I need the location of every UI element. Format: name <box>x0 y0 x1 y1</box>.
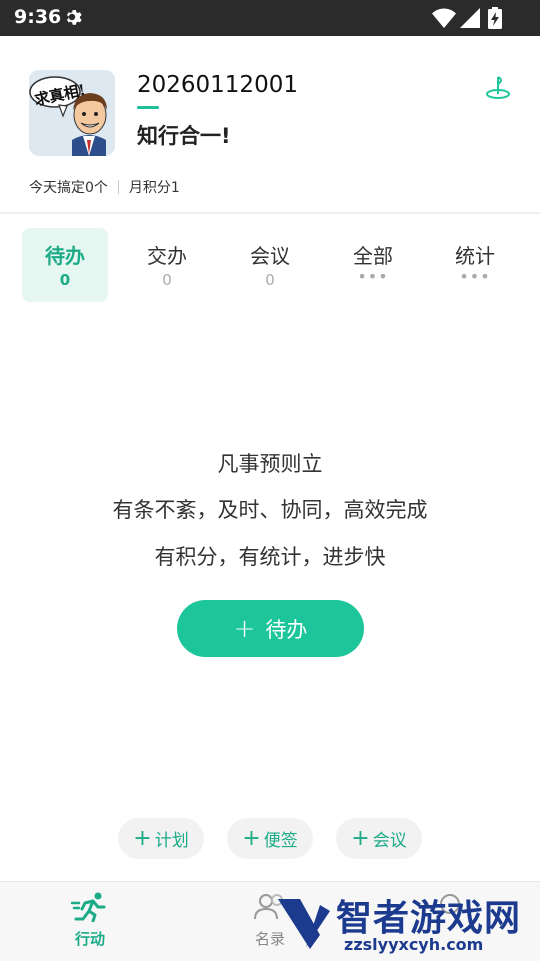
task-tabs: 待办 0 交办 0 会议 0 全部 ••• 统计 ••• <box>0 214 540 306</box>
running-person-icon <box>70 892 106 923</box>
settings-gear-icon <box>66 9 82 25</box>
nav-directory[interactable]: 名录 <box>220 892 320 949</box>
cellular-signal-icon <box>460 8 480 28</box>
add-note-button[interactable]: + 便签 <box>227 818 313 859</box>
plus-icon: + <box>133 826 152 851</box>
add-todo-label: 待办 <box>265 617 308 642</box>
tab-label: 全部 <box>353 244 393 268</box>
plus-icon: + <box>233 613 256 644</box>
stats-divider <box>117 180 119 194</box>
nav-profile[interactable] <box>400 892 500 928</box>
add-todo-button[interactable]: + 待办 <box>177 600 364 657</box>
plus-icon: + <box>242 826 261 851</box>
stat-done-today: 今天搞定0个 <box>29 180 108 196</box>
plus-icon: + <box>351 826 370 851</box>
add-plan-button[interactable]: + 计划 <box>118 818 204 859</box>
add-meeting-button[interactable]: + 会议 <box>336 818 422 859</box>
tab-assigned[interactable]: 交办 0 <box>124 228 210 302</box>
status-time: 9:36 <box>14 6 62 28</box>
battery-icon <box>488 7 502 29</box>
id-underline <box>137 106 159 109</box>
tab-label: 待办 <box>45 244 85 268</box>
bottom-navigation: 行动 名录 <box>0 881 540 961</box>
tab-all[interactable]: 全部 ••• <box>330 228 416 302</box>
empty-state-line-3: 有积分，有统计，进步快 <box>154 545 386 569</box>
nav-action-label: 行动 <box>74 930 105 948</box>
add-plan-label: 计划 <box>154 831 189 851</box>
stat-monthly-points: 月积分1 <box>128 180 180 196</box>
nav-directory-label: 名录 <box>254 930 285 948</box>
tab-more-dots: ••• <box>459 267 491 286</box>
nav-action[interactable]: 行动 <box>40 892 140 949</box>
user-icon <box>440 894 460 914</box>
wifi-icon <box>432 8 456 28</box>
tab-more-dots: ••• <box>357 267 389 286</box>
tab-count: 0 <box>162 271 172 289</box>
contacts-icon <box>254 894 283 920</box>
add-meeting-label: 会议 <box>372 831 407 851</box>
tab-label: 统计 <box>455 244 495 268</box>
status-bar: 9:36 <box>0 0 540 36</box>
tab-meeting[interactable]: 会议 0 <box>227 228 313 302</box>
user-id: 20260112001 <box>137 72 298 98</box>
tab-statistics[interactable]: 统计 ••• <box>432 228 518 302</box>
tab-todo[interactable]: 待办 0 <box>22 228 108 302</box>
stats-row: 今天搞定0个 月积分1 <box>29 177 180 197</box>
avatar[interactable]: 求真相! <box>29 70 115 156</box>
location-flag-icon[interactable] <box>485 74 511 100</box>
tab-label: 会议 <box>250 244 290 268</box>
empty-state-line-1: 凡事预则立 <box>217 452 323 476</box>
add-note-label: 便签 <box>263 831 298 851</box>
profile-card: 求真相! 20260112001 知行合一! 今天搞定0个 月积分1 <box>0 36 540 212</box>
tab-count: 0 <box>59 271 71 289</box>
tab-label: 交办 <box>147 244 187 268</box>
empty-state-line-2: 有条不紊，及时、协同，高效完成 <box>112 498 428 522</box>
tab-count: 0 <box>265 271 275 289</box>
user-motto: 知行合一! <box>137 124 231 148</box>
